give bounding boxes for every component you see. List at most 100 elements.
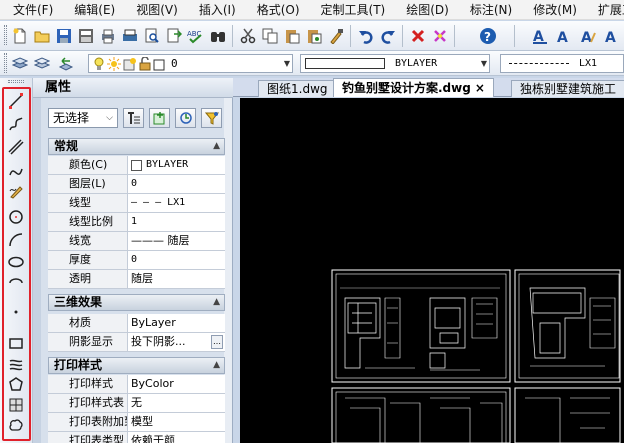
filter-button[interactable] xyxy=(201,108,222,128)
prop-row-lineweight[interactable]: 线宽 ——— 随层 xyxy=(48,232,225,251)
menu-modify[interactable]: 修改(M) xyxy=(520,0,585,20)
svg-text:A: A xyxy=(581,30,592,44)
drawing-sheets xyxy=(331,269,621,443)
layer-unlock-icon xyxy=(139,56,151,70)
menu-edit[interactable]: 编辑(E) xyxy=(61,0,123,20)
paste-icon[interactable] xyxy=(282,26,302,46)
prop-value-text: 投下阴影... xyxy=(131,335,186,348)
tab-fishing-villa-design[interactable]: 钓鱼别墅设计方案.dwg × xyxy=(333,78,494,97)
menu-dimension[interactable]: 标注(N) xyxy=(457,0,520,20)
quick-select-button[interactable] xyxy=(175,108,196,128)
paste-special-icon[interactable] xyxy=(304,26,324,46)
linetype-current-value: LX1 xyxy=(579,58,598,69)
publish-icon[interactable] xyxy=(164,26,184,46)
pickadd-icon xyxy=(127,112,140,124)
prop-row-linetype-scale[interactable]: 线型比例 1 xyxy=(48,213,225,232)
redo-icon[interactable] xyxy=(378,26,398,46)
delete-icon[interactable] xyxy=(408,26,428,46)
find-icon[interactable] xyxy=(208,26,228,46)
color-swatch xyxy=(131,159,142,171)
save-all-icon[interactable] xyxy=(76,26,96,46)
properties-panel: 属性 无选择 ⌵ 常规 ▲ 颜色(C) BYLAYER 图层(L) 0 线型 —… xyxy=(33,78,233,443)
prop-value: ByColor xyxy=(131,377,174,390)
selection-dropdown[interactable]: 无选择 ⌵ xyxy=(48,108,118,128)
single-line-text-icon[interactable]: A xyxy=(578,26,598,46)
menu-file[interactable]: 文件(F) xyxy=(0,0,61,20)
match-properties-icon[interactable] xyxy=(326,26,346,46)
tab-label: 钓鱼别墅设计方案.dwg xyxy=(342,81,471,95)
menu-insert[interactable]: 插入(I) xyxy=(186,0,244,20)
menu-bar: 文件(F) 编辑(E) 视图(V) 插入(I) 格式(O) 定制工具(T) 绘图… xyxy=(0,0,624,20)
prop-row-shadow-display[interactable]: 阴影显示 投下阴影... … xyxy=(48,333,225,352)
group-header-3d-effects[interactable]: 三维效果 ▲ xyxy=(48,294,225,311)
prop-row-plot-style-table[interactable]: 打印样式表 无 xyxy=(48,394,225,413)
prop-value: ——— 随层 xyxy=(131,234,190,247)
group-header-plot-style[interactable]: 打印样式 ▲ xyxy=(48,357,225,374)
close-icon[interactable]: × xyxy=(475,81,485,95)
prop-value-text: BYLAYER xyxy=(146,159,189,170)
layer-dropdown[interactable]: 0 ▼ xyxy=(88,54,293,73)
print-preview-icon[interactable] xyxy=(142,26,162,46)
prop-row-transparency[interactable]: 透明 随层 xyxy=(48,270,225,289)
save-icon[interactable] xyxy=(54,26,74,46)
menu-custom-tools[interactable]: 定制工具(T) xyxy=(308,0,394,20)
multiline-text-icon[interactable]: A xyxy=(554,26,574,46)
toggle-pickadd-button[interactable] xyxy=(123,108,144,128)
prop-row-material[interactable]: 材质 ByLayer xyxy=(48,314,225,333)
group-header-label: 打印样式 xyxy=(54,358,103,372)
tab-label: 独栋别墅建筑施工 xyxy=(520,82,617,96)
new-file-icon[interactable] xyxy=(10,26,30,46)
prop-row-plot-table-attached[interactable]: 打印表附加到 模型 xyxy=(48,413,225,432)
prop-value: 1 xyxy=(131,216,138,227)
prop-row-plot-style[interactable]: 打印样式 ByColor xyxy=(48,375,225,394)
cut-icon[interactable] xyxy=(238,26,258,46)
prop-value: 投下阴影... … xyxy=(128,333,225,351)
layer-previous-icon[interactable] xyxy=(56,53,76,73)
undo-icon[interactable] xyxy=(356,26,376,46)
layer-manager-icon[interactable] xyxy=(10,53,30,73)
menu-view[interactable]: 视图(V) xyxy=(123,0,186,20)
tab-detached-villa-construction[interactable]: 独栋别墅建筑施工 xyxy=(511,80,624,97)
prop-name: 图层(L) xyxy=(48,175,128,193)
prop-value: — — — LX1 xyxy=(131,197,186,208)
svg-text:A: A xyxy=(605,30,616,44)
print-icon[interactable] xyxy=(98,26,118,46)
prop-name: 线型 xyxy=(48,194,128,212)
prop-value: 随层 xyxy=(131,272,153,285)
open-file-icon[interactable] xyxy=(32,26,52,46)
layer-state-icon[interactable] xyxy=(32,53,52,73)
color-dropdown[interactable]: BYLAYER ▼ xyxy=(300,54,490,73)
tab-drawing1[interactable]: 图纸1.dwg xyxy=(258,80,337,97)
ellipsis-button[interactable]: … xyxy=(211,335,223,349)
select-objects-icon xyxy=(153,112,164,125)
prop-row-plot-table-type[interactable]: 打印表类型 依赖于颜 xyxy=(48,432,225,443)
menu-draw[interactable]: 绘图(D) xyxy=(393,0,457,20)
properties-scrollbar[interactable] xyxy=(224,98,232,443)
prop-name: 颜色(C) xyxy=(48,156,128,174)
linetype-dropdown[interactable]: LX1 xyxy=(500,54,624,73)
menu-extend-tools[interactable]: 扩展工具(X) xyxy=(585,0,624,20)
toolbar-grip[interactable] xyxy=(4,25,7,45)
prop-row-linetype[interactable]: 线型 — — — LX1 xyxy=(48,194,225,213)
svg-text:?: ? xyxy=(484,30,491,44)
toolbar-grip[interactable] xyxy=(4,53,7,73)
prop-row-color[interactable]: 颜色(C) BYLAYER xyxy=(48,156,225,175)
text-style-icon[interactable]: A xyxy=(530,26,550,46)
plot-icon[interactable] xyxy=(120,26,140,46)
toolbar-separator xyxy=(402,25,403,47)
prop-name: 阴影显示 xyxy=(48,333,128,351)
drawing-canvas[interactable] xyxy=(240,98,624,443)
spell-check-icon[interactable]: ABC xyxy=(186,26,206,46)
prop-row-thickness[interactable]: 厚度 0 xyxy=(48,251,225,270)
chevron-down-icon: ▼ xyxy=(480,59,487,68)
group-header-general[interactable]: 常规 ▲ xyxy=(48,138,225,155)
prop-row-layer[interactable]: 图层(L) 0 xyxy=(48,175,225,194)
layer-properties-toolbar: 0 ▼ BYLAYER ▼ LX1 xyxy=(0,51,624,76)
toolbar-grip[interactable] xyxy=(8,80,24,83)
copy-icon[interactable] xyxy=(260,26,280,46)
text-edit-icon[interactable]: A xyxy=(602,26,622,46)
menu-format[interactable]: 格式(O) xyxy=(244,0,308,20)
purge-icon[interactable] xyxy=(430,26,450,46)
select-objects-button[interactable] xyxy=(149,108,170,128)
help-icon[interactable]: ? xyxy=(478,26,498,46)
